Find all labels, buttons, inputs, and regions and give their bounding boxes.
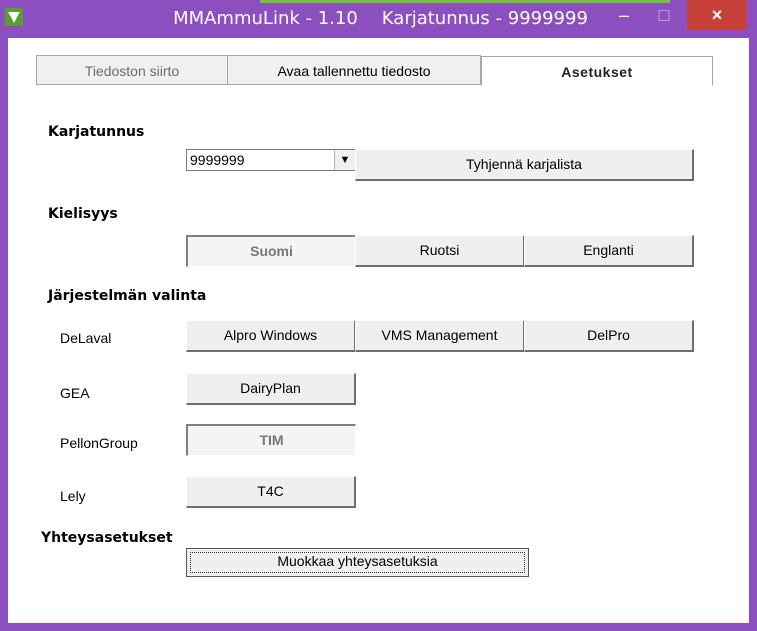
- herd-id-select[interactable]: 9999999 ▼: [186, 149, 356, 171]
- connection-heading: Yhteysasetukset: [41, 530, 173, 546]
- minimize-button[interactable]: –: [605, 0, 643, 30]
- language-heading: Kielisyys: [48, 206, 118, 222]
- tab-strip: Tiedoston siirto Avaa tallennettu tiedos…: [36, 55, 721, 89]
- vms-management-button[interactable]: VMS Management: [355, 320, 525, 352]
- tab-open-saved-file[interactable]: Avaa tallennettu tiedosto: [227, 55, 481, 85]
- dairyplan-button[interactable]: DairyPlan: [186, 373, 356, 405]
- clear-herd-list-button[interactable]: Tyhjennä karjalista: [355, 149, 694, 181]
- edit-connection-settings-label: Muokkaa yhteysasetuksia: [277, 553, 438, 569]
- tab-settings[interactable]: Asetukset: [481, 56, 713, 86]
- vendor-pellongroup-label: PellonGroup: [60, 435, 138, 451]
- app-name: MMAmmuLink - 1.10: [173, 8, 358, 29]
- tim-button[interactable]: TIM: [186, 424, 356, 456]
- edit-connection-settings-button[interactable]: Muokkaa yhteysasetuksia: [186, 548, 529, 577]
- delpro-button[interactable]: DelPro: [524, 320, 694, 352]
- herd-id-value: 9999999: [190, 152, 245, 168]
- vendor-lely-label: Lely: [60, 488, 86, 504]
- vendor-delaval-label: DeLaval: [60, 330, 112, 346]
- client-area: Tiedoston siirto Avaa tallennettu tiedos…: [8, 38, 749, 623]
- language-finnish-button[interactable]: Suomi: [186, 235, 356, 267]
- language-swedish-button[interactable]: Ruotsi: [355, 235, 525, 267]
- app-window: MMAmmuLink - 1.10 Karjatunnus - 9999999 –…: [0, 0, 757, 631]
- tab-file-transfer[interactable]: Tiedoston siirto: [36, 55, 228, 85]
- close-button[interactable]: ×: [687, 0, 747, 30]
- system-heading: Järjestelmän valinta: [48, 288, 207, 304]
- herd-id-title: Karjatunnus - 9999999: [381, 8, 588, 29]
- dropdown-arrow-icon[interactable]: ▼: [334, 150, 355, 170]
- title-bar[interactable]: MMAmmuLink - 1.10 Karjatunnus - 9999999 –…: [0, 0, 757, 38]
- karjatunnus-heading: Karjatunnus: [48, 124, 145, 140]
- alpro-windows-button[interactable]: Alpro Windows: [186, 320, 356, 352]
- language-english-button[interactable]: Englanti: [524, 235, 694, 267]
- maximize-button[interactable]: □: [645, 0, 683, 30]
- vendor-gea-label: GEA: [60, 385, 90, 401]
- window-title: MMAmmuLink - 1.10 Karjatunnus - 9999999: [0, 8, 757, 29]
- t4c-button[interactable]: T4C: [186, 476, 356, 508]
